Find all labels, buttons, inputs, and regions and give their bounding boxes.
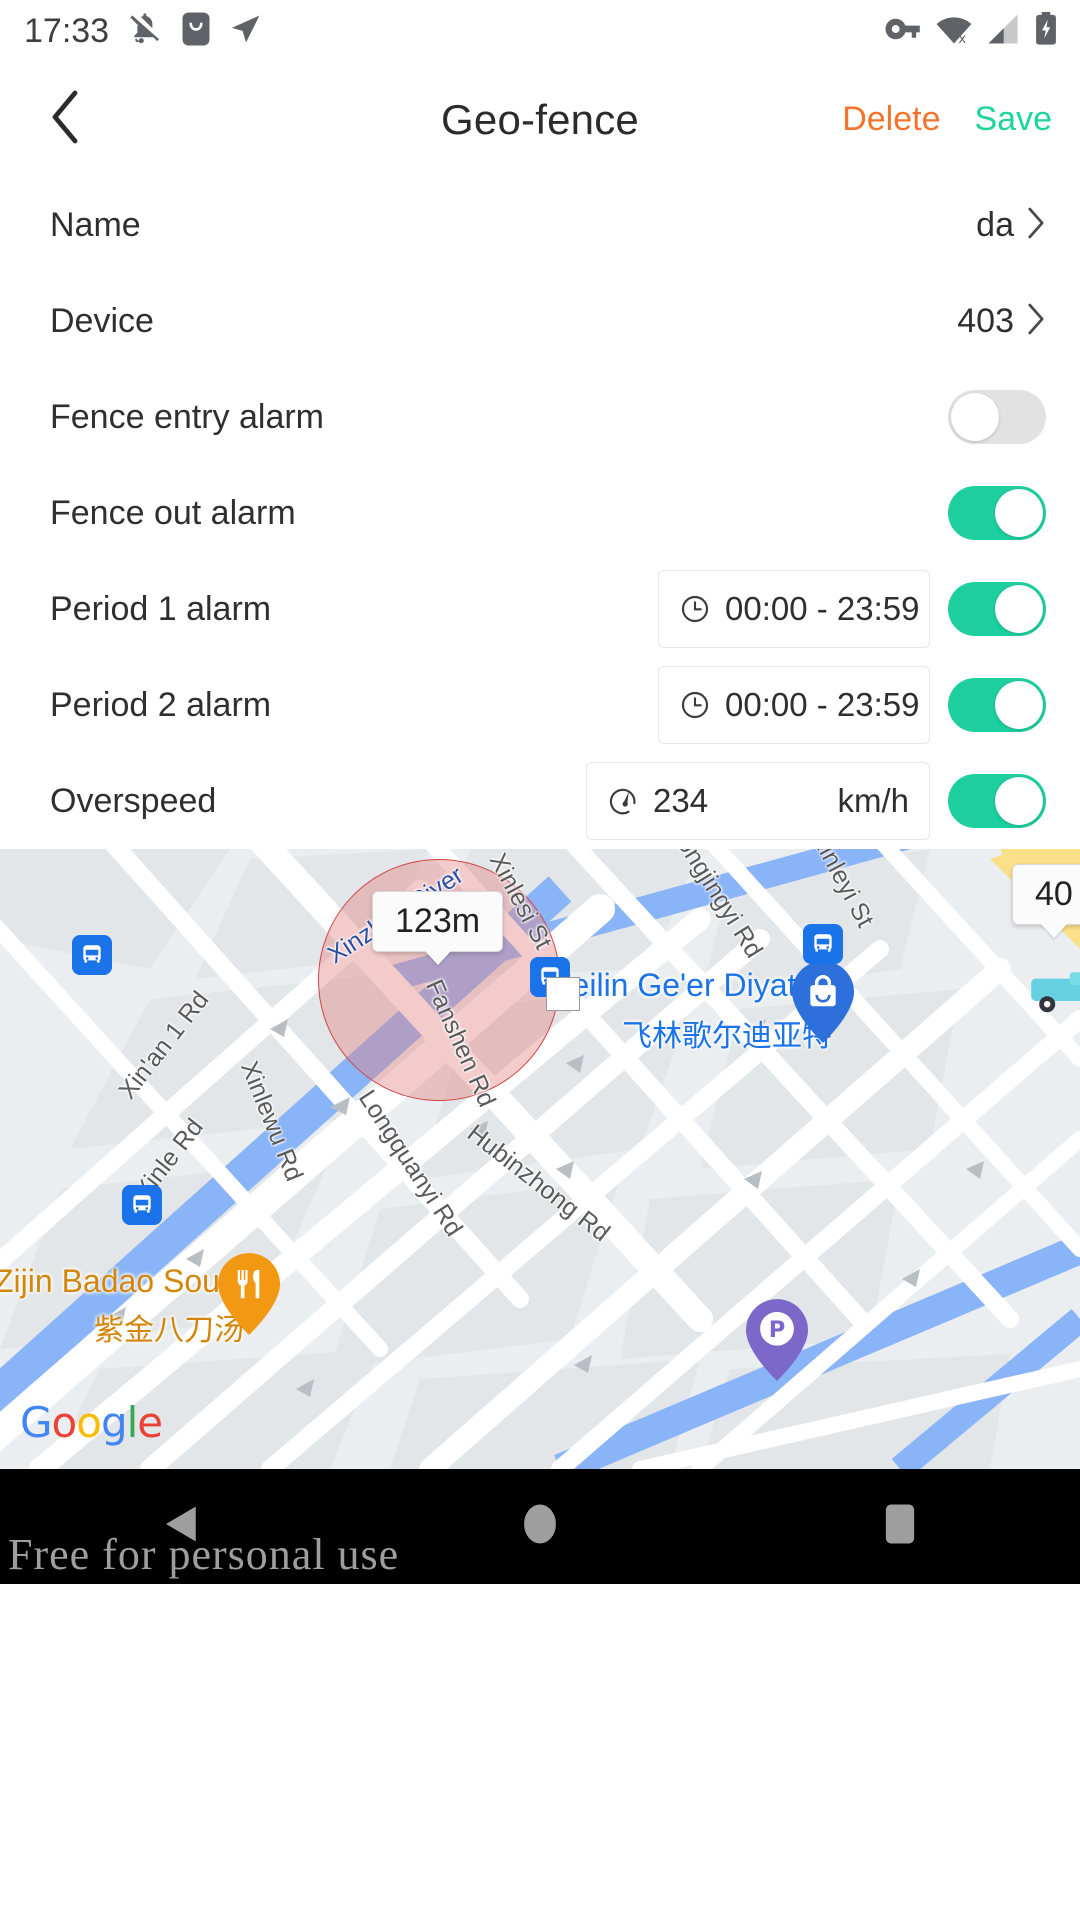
row-fence-out-alarm: Fence out alarm [0,465,1080,561]
overspeed-field[interactable]: 234 km/h [586,762,930,840]
period-2-time-field[interactable]: 00:00 - 23:59 [658,666,930,744]
row-period-1-alarm-label: Period 1 alarm [50,589,272,628]
google-logo-l: l [126,1398,139,1447]
app-bar: Geo-fence Delete Save [0,62,1080,177]
row-device-right: 403 [957,302,1046,341]
period-2-alarm-toggle[interactable] [948,678,1046,732]
status-bar-system-icons: x [884,11,1058,51]
period-2-time-value: 00:00 - 23:59 [725,686,920,723]
status-bar-clock: 17:33 [24,11,110,50]
row-period-2-alarm-right: 00:00 - 23:59 [658,666,1046,744]
battery-charging-icon [1034,11,1058,51]
google-logo-g2: g [100,1398,128,1447]
svg-text:P: P [769,1317,786,1343]
map-base-layer [0,849,1080,1469]
delete-button[interactable]: Delete [842,100,940,139]
nav-recents-button[interactable] [840,1492,960,1562]
bus-stop-icon[interactable] [72,935,112,975]
ringer-off-icon [127,11,163,52]
google-logo-o1: o [51,1398,78,1447]
nav-back-triangle-icon [160,1503,200,1550]
chevron-left-icon [48,89,82,150]
toggle-knob [995,585,1043,633]
parking-pin-icon[interactable]: P [746,1299,808,1381]
radius-callout[interactable]: 123m [372,891,504,952]
period-1-time-value: 00:00 - 23:59 [725,590,920,627]
row-name-value: da [976,205,1014,244]
fence-out-alarm-toggle[interactable] [948,486,1046,540]
bus-stop-icon[interactable] [803,924,843,964]
google-logo-g1: G [20,1398,53,1447]
row-overspeed-label: Overspeed [50,781,217,820]
back-button[interactable] [34,89,96,151]
vpn-key-icon [884,14,922,49]
row-overspeed-right: 234 km/h [586,762,1046,840]
save-button[interactable]: Save [975,100,1053,139]
toggle-knob [995,681,1043,729]
nav-recents-square-icon [880,1501,920,1552]
app-notification-icon [179,11,213,52]
row-name[interactable]: Name da [0,177,1080,273]
device-callout[interactable]: 40 [1012,864,1080,925]
app-bar-actions: Delete Save [842,100,1052,139]
android-nav-bar: Free for personal use [0,1469,1080,1584]
row-device-value: 403 [957,301,1014,340]
geofence-form: Name da Device 403 Fence entry alarm Fen… [0,177,1080,849]
overspeed-value: 234 [653,782,709,819]
google-logo-e: e [137,1398,163,1447]
svg-text:x: x [958,31,966,44]
restaurant-pin-icon[interactable] [218,1253,280,1335]
google-attribution: Google [20,1398,163,1447]
row-fence-entry-alarm-right [948,390,1046,444]
chevron-right-icon [1026,302,1046,341]
row-overspeed: Overspeed 234 km/h [0,753,1080,849]
geofence-center-handle[interactable] [546,977,580,1011]
row-name-label: Name [50,205,141,244]
signal-cellular-icon [986,13,1020,50]
chevron-right-icon [1026,206,1046,245]
row-period-2-alarm: Period 2 alarm 00:00 - 23:59 [0,657,1080,753]
nav-back-button[interactable] [120,1492,240,1562]
location-arrow-icon [229,12,263,51]
row-fence-out-alarm-label: Fence out alarm [50,493,296,532]
status-bar-notification-icons [127,11,263,52]
fence-entry-alarm-toggle[interactable] [948,390,1046,444]
overspeed-toggle[interactable] [948,774,1046,828]
toggle-knob [995,777,1043,825]
row-fence-entry-alarm: Fence entry alarm [0,369,1080,465]
row-fence-entry-alarm-label: Fence entry alarm [50,397,324,436]
row-period-1-alarm: Period 1 alarm 00:00 - 23:59 [0,561,1080,657]
bus-stop-icon[interactable] [122,1185,162,1225]
map-view[interactable]: Xinzhen River Xinlesi St Longjingyi Rd X… [0,849,1080,1469]
nav-home-button[interactable] [480,1492,600,1562]
vehicle-icon[interactable] [1028,969,1080,1022]
period-1-alarm-toggle[interactable] [948,582,1046,636]
row-device-label: Device [50,301,154,340]
google-logo-o2: o [76,1398,102,1447]
speedometer-icon [607,785,639,817]
toggle-knob [995,489,1043,537]
phone-screen: 17:33 x Geo-fence Delete Save Name da De… [0,0,1080,1920]
clock-icon [679,689,711,721]
overspeed-unit: km/h [837,782,909,819]
row-device[interactable]: Device 403 [0,273,1080,369]
row-period-1-alarm-right: 00:00 - 23:59 [658,570,1046,648]
period-1-time-field[interactable]: 00:00 - 23:59 [658,570,930,648]
nav-home-circle-icon [520,1501,560,1552]
status-bar: 17:33 x [0,0,1080,62]
clock-icon [679,593,711,625]
shopping-bag-pin-icon[interactable] [792,961,854,1043]
row-fence-out-alarm-right [948,486,1046,540]
wifi-off-icon: x [936,13,972,50]
toggle-knob [951,393,999,441]
row-name-right: da [976,206,1046,245]
row-period-2-alarm-label: Period 2 alarm [50,685,272,724]
